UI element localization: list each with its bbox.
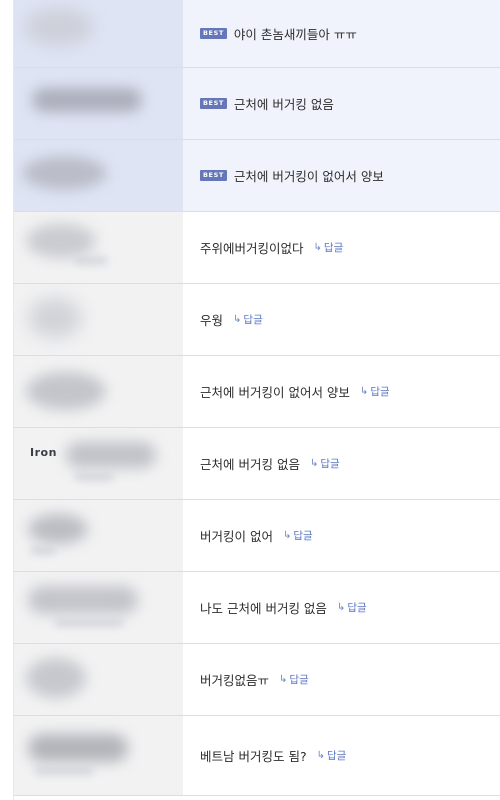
- comment-row: 우웡 ↳ 답글: [14, 284, 500, 356]
- author-cell-blurred: [14, 0, 183, 67]
- comment-row: BEST 근처에 버거킹 없음: [14, 68, 500, 140]
- comment-row: Iron 근처에 버거킹 없음 ↳ 답글: [14, 428, 500, 500]
- reply-link[interactable]: ↳ 답글: [233, 312, 263, 327]
- author-name-partial: Iron: [30, 446, 57, 459]
- reply-label: 답글: [293, 530, 313, 542]
- reply-label: 답글: [370, 386, 390, 398]
- comment-row: 나도 근처에 버거킹 없음 ↳ 답글: [14, 572, 500, 644]
- comment-content: 주위에버거킹이없다 ↳ 답글: [183, 212, 500, 283]
- comment-row: BEST 야이 촌놈새끼들아 ㅠㅠ: [14, 0, 500, 68]
- comment-content: 버거킹이 없어 ↳ 답글: [183, 500, 500, 571]
- comment-row: 근처에 버거킹이 없어서 양보 ↳ 답글: [14, 356, 500, 428]
- best-badge: BEST: [200, 98, 227, 109]
- reply-link[interactable]: ↳ 답글: [360, 384, 390, 399]
- author-cell-blurred: [14, 356, 183, 427]
- reply-arrow-icon: ↳: [313, 242, 322, 253]
- comment-text: 근처에 버거킹이 없어서 양보: [200, 385, 350, 400]
- reply-label: 답글: [323, 242, 344, 254]
- author-cell-blurred: Iron: [14, 428, 183, 499]
- reply-label: 답글: [243, 314, 263, 326]
- author-cell-blurred: [14, 572, 183, 643]
- best-badge: BEST: [200, 170, 227, 181]
- comment-content: 나도 근처에 버거킹 없음 ↳ 답글: [183, 572, 500, 643]
- comment-row: 버거킹이 없어 ↳ 답글: [14, 500, 500, 572]
- reply-link[interactable]: ↳ 답글: [283, 528, 313, 543]
- reply-arrow-icon: ↳: [279, 674, 288, 685]
- comment-content: 베트남 버거킹도 됨? ↳ 답글: [183, 716, 500, 795]
- reply-link[interactable]: ↳ 답글: [310, 456, 340, 471]
- reply-label: 답글: [326, 750, 347, 762]
- comment-content: 버거킹없음ㅠ ↳ 답글: [183, 644, 500, 715]
- comment-content: 우웡 ↳ 답글: [183, 284, 500, 355]
- reply-arrow-icon: ↳: [336, 602, 346, 613]
- comment-content: 근처에 버거킹 없음 ↳ 답글: [183, 428, 500, 499]
- comment-row: BEST 근처에 버거킹이 없어서 양보: [14, 140, 500, 212]
- comment-text: 버거킹없음ㅠ: [200, 673, 270, 688]
- reply-arrow-icon: ↳: [316, 750, 325, 761]
- comment-text: 주위에버거킹이없다: [200, 241, 304, 256]
- comment-text: 근처에 버거킹 없음: [233, 97, 334, 112]
- reply-label: 답글: [289, 674, 309, 686]
- reply-arrow-icon: ↳: [282, 530, 292, 541]
- comment-text: 우웡: [200, 313, 224, 328]
- reply-label: 답글: [347, 602, 367, 614]
- reply-link[interactable]: ↳ 답글: [317, 748, 347, 763]
- reply-link[interactable]: ↳ 답글: [337, 600, 367, 615]
- author-cell-blurred: [14, 284, 183, 355]
- comment-content: BEST 근처에 버거킹 없음: [183, 68, 500, 139]
- reply-link[interactable]: ↳ 답글: [279, 672, 309, 687]
- comment-content: 근처에 버거킹이 없어서 양보 ↳ 답글: [183, 356, 500, 427]
- comment-text: 베트남 버거킹도 됨?: [200, 749, 307, 764]
- comment-text: 근처에 버거킹 없음: [200, 457, 300, 472]
- comment-text: 근처에 버거킹이 없어서 양보: [233, 169, 384, 184]
- comment-row: 주위에버거킹이없다 ↳ 답글: [14, 212, 500, 284]
- reply-arrow-icon: ↳: [359, 386, 369, 397]
- author-cell-blurred: [14, 68, 183, 139]
- left-rail: [0, 0, 14, 800]
- author-cell-blurred: [14, 212, 183, 283]
- author-cell-blurred: [14, 500, 183, 571]
- reply-label: 답글: [320, 458, 340, 470]
- comment-content: BEST 근처에 버거킹이 없어서 양보: [183, 140, 500, 211]
- comment-content: BEST 야이 촌놈새끼들아 ㅠㅠ: [183, 0, 500, 67]
- author-cell-blurred: [14, 716, 183, 795]
- reply-arrow-icon: ↳: [233, 314, 242, 325]
- comment-text: 버거킹이 없어: [200, 529, 273, 544]
- best-badge: BEST: [200, 28, 227, 39]
- author-cell-blurred: [14, 140, 183, 211]
- reply-arrow-icon: ↳: [309, 458, 319, 469]
- comment-list: BEST 야이 촌놈새끼들아 ㅠㅠ BEST 근처에 버거킹 없음 BEST 근…: [14, 0, 500, 800]
- comment-text: 야이 촌놈새끼들아 ㅠㅠ: [233, 27, 357, 42]
- comment-text: 나도 근처에 버거킹 없음: [200, 601, 327, 616]
- comment-row: 베트남 버거킹도 됨? ↳ 답글: [14, 716, 500, 796]
- author-cell-blurred: [14, 644, 183, 715]
- reply-link[interactable]: ↳ 답글: [314, 240, 344, 255]
- comment-row: 버거킹없음ㅠ ↳ 답글: [14, 644, 500, 716]
